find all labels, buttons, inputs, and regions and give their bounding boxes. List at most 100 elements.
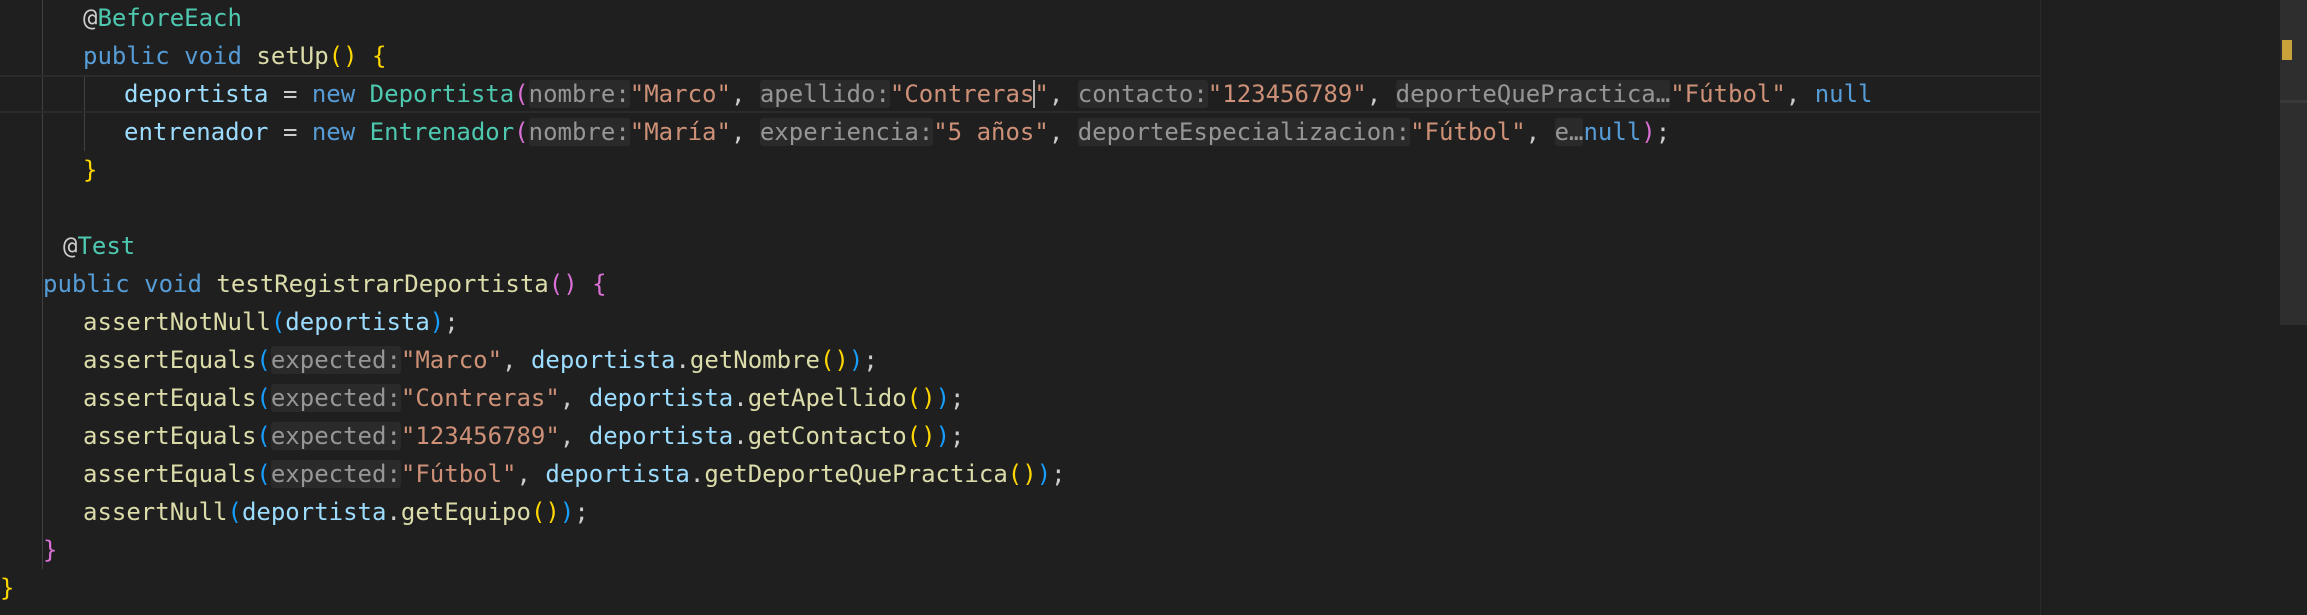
code-line[interactable]: entrenador = new Entrenador(nombre:"Marí… xyxy=(0,113,2040,151)
code-line[interactable]: public void testRegistrarDeportista() { xyxy=(0,265,2040,303)
code-line-current[interactable]: deportista = new Deportista(nombre:"Marc… xyxy=(0,75,2040,113)
scrollbar-viewport-divider xyxy=(2280,100,2307,103)
code-token: ) xyxy=(559,498,575,526)
code-token: new xyxy=(311,118,356,146)
code-token: . xyxy=(386,498,401,526)
code-token: BeforeEach xyxy=(97,4,242,32)
code-text: public void setUp() { xyxy=(83,37,386,75)
code-token: "123456789" xyxy=(400,422,560,450)
inlay-hint: nombre: xyxy=(528,80,630,108)
code-token: deportista xyxy=(530,346,676,374)
code-token: ( xyxy=(256,422,271,450)
code-line[interactable]: } xyxy=(0,151,2040,189)
minimap[interactable] xyxy=(2040,0,2281,615)
code-token: () xyxy=(548,270,578,298)
code-line[interactable]: assertNull(deportista.getEquipo()); xyxy=(0,493,2040,531)
code-line[interactable]: assertNotNull(deportista); xyxy=(0,303,2040,341)
code-token: ; xyxy=(1655,118,1671,146)
code-token: public xyxy=(43,270,130,298)
code-token: , xyxy=(730,80,760,108)
code-token: getContacto xyxy=(747,422,907,450)
code-token: , xyxy=(516,460,546,488)
code-token: getApellido xyxy=(747,384,907,412)
code-token: " xyxy=(1034,80,1049,108)
code-token: getDeporteQuePractica xyxy=(704,460,1008,488)
code-token: , xyxy=(1048,80,1078,108)
code-token: . xyxy=(733,422,748,450)
code-token: { xyxy=(592,270,607,298)
code-text: public void testRegistrarDeportista() { xyxy=(43,265,607,303)
code-token: "5 años" xyxy=(933,118,1049,146)
code-token: Deportista xyxy=(369,80,515,108)
code-token: "Contreras xyxy=(889,80,1035,108)
code-text: deportista = new Deportista(nombre:"Marc… xyxy=(124,77,1873,111)
code-token: deportista xyxy=(285,308,430,336)
code-token: ) xyxy=(935,422,951,450)
code-token: void xyxy=(144,270,202,298)
code-token: "123456789" xyxy=(1207,80,1367,108)
inlay-hint: contacto: xyxy=(1077,80,1208,108)
code-text: @Test xyxy=(63,227,135,265)
code-line[interactable] xyxy=(0,189,2040,227)
code-text: assertEquals(expected:"123456789", depor… xyxy=(83,417,964,455)
code-text: entrenador = new Entrenador(nombre:"Marí… xyxy=(124,113,1670,151)
inlay-hint: deporteQuePractica… xyxy=(1395,80,1671,108)
inlay-hint: expected: xyxy=(270,384,401,412)
code-line[interactable]: @BeforeEach xyxy=(0,0,2040,37)
code-line[interactable]: assertEquals(expected:"Fútbol", deportis… xyxy=(0,455,2040,493)
code-token: . xyxy=(733,384,748,412)
code-token: ( xyxy=(514,118,529,146)
code-token: deportista xyxy=(241,498,387,526)
code-token: "Fútbol" xyxy=(400,460,517,488)
vertical-scrollbar[interactable] xyxy=(2280,0,2307,615)
code-token: deportista xyxy=(545,460,690,488)
code-text: assertNull(deportista.getEquipo()); xyxy=(83,493,589,531)
code-token: = xyxy=(268,80,312,108)
code-line[interactable]: public void setUp() { xyxy=(0,37,2040,75)
code-token: { xyxy=(372,42,387,70)
code-token: () xyxy=(906,422,936,450)
code-token: assertNull xyxy=(83,498,228,526)
code-token: entrenador xyxy=(124,118,269,146)
code-token: () xyxy=(906,384,936,412)
code-line[interactable]: assertEquals(expected:"Contreras", depor… xyxy=(0,379,2040,417)
code-token: ; xyxy=(574,498,589,526)
code-token: . xyxy=(689,460,705,488)
code-token: () xyxy=(530,498,560,526)
code-token: () xyxy=(1007,460,1037,488)
code-token: ) xyxy=(935,384,951,412)
code-token: ) xyxy=(1036,460,1052,488)
code-line[interactable]: assertEquals(expected:"Marco", deportist… xyxy=(0,341,2040,379)
code-token: () xyxy=(819,346,849,374)
code-editor[interactable]: @BeforeEach public void setUp() { deportis… xyxy=(0,0,2040,615)
code-line[interactable]: assertEquals(expected:"123456789", depor… xyxy=(0,417,2040,455)
code-text: assertEquals(expected:"Contreras", depor… xyxy=(83,379,964,417)
inlay-hint: deporteEspecializacion: xyxy=(1077,118,1411,146)
code-token: } xyxy=(83,156,98,184)
code-token: , xyxy=(1366,80,1396,108)
code-token: null xyxy=(1583,118,1642,146)
code-token: deportista xyxy=(588,422,734,450)
code-token: "Marco" xyxy=(629,80,731,108)
code-line[interactable]: } xyxy=(0,569,2040,607)
code-token: public xyxy=(83,42,170,70)
code-token: "Marco" xyxy=(400,346,503,374)
code-token: ( xyxy=(256,384,271,412)
code-line[interactable]: } xyxy=(0,531,2040,569)
code-token: } xyxy=(43,536,58,564)
inlay-hint: experiencia: xyxy=(759,118,934,146)
code-token: assertEquals xyxy=(83,384,257,412)
code-text: } xyxy=(43,531,57,569)
inlay-hint: apellido: xyxy=(759,80,890,108)
code-text: @BeforeEach xyxy=(83,0,242,37)
code-token: , xyxy=(1048,118,1078,146)
code-token: , xyxy=(559,422,589,450)
code-token: new xyxy=(311,80,356,108)
code-token: , xyxy=(559,384,589,412)
code-token: testRegistrarDeportista xyxy=(216,270,549,298)
code-line[interactable]: @Test xyxy=(0,227,2040,265)
code-token: ( xyxy=(256,346,271,374)
